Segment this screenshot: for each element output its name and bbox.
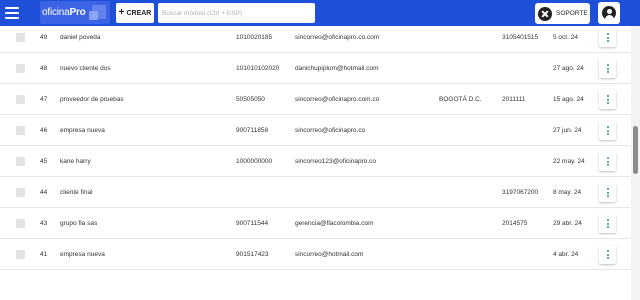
row-name: nuevo cliente dos: [60, 65, 111, 72]
row-document: 1010020185: [236, 34, 273, 41]
table-row: 46 empresa nueva 900711858 sincorreo@ofi…: [0, 115, 630, 146]
row-name: grupo fla sas: [60, 220, 98, 227]
row-phone: 2011111: [502, 96, 526, 103]
row-date: 5 oct. 24: [553, 34, 578, 41]
row-document: 900711858: [236, 127, 269, 134]
vertical-scrollbar[interactable]: [631, 26, 640, 300]
row-email: sincorreo123@oficinapro.co: [295, 158, 377, 165]
row-checkbox[interactable]: [16, 188, 25, 197]
row-date: 4 abr. 24: [553, 251, 579, 258]
row-name: empresa nueva: [60, 127, 105, 134]
support-button[interactable]: SOPORTE: [535, 3, 590, 24]
more-vertical-icon[interactable]: [599, 214, 616, 233]
support-button-label: SOPORTE: [556, 10, 588, 17]
row-name: empresa nueva: [60, 251, 105, 258]
row-checkbox[interactable]: [16, 250, 25, 259]
row-name: cliente final: [60, 189, 93, 196]
row-document: 901517423: [236, 251, 269, 258]
row-name: proveedor de pruebas: [60, 96, 124, 103]
logo-decoration: [89, 11, 98, 20]
row-phone: 2014575: [502, 220, 528, 227]
logo-text: oficinaPro: [42, 7, 86, 18]
row-id: 48: [40, 65, 48, 72]
row-checkbox[interactable]: [16, 64, 25, 73]
row-document: 101010102020: [236, 65, 280, 72]
table-row: 41 empresa nueva 901517423 sincorreo@hot…: [0, 239, 630, 270]
row-email: sincorreo@oficinapro.com.co: [295, 96, 380, 103]
scrollbar-thumb[interactable]: [633, 126, 638, 174]
row-id: 44: [40, 189, 48, 196]
row-document: 1000000000: [236, 158, 273, 165]
row-date: 8 may. 24: [553, 189, 582, 196]
user-menu-button[interactable]: [598, 2, 620, 24]
more-vertical-icon[interactable]: [599, 59, 616, 78]
table-row: 45 kane harry 1000000000 sincorreo123@of…: [0, 146, 630, 177]
table-row: 49 daniel poveda 1010020185 sincorreo@of…: [0, 22, 630, 53]
more-vertical-icon[interactable]: [599, 183, 616, 202]
more-vertical-icon[interactable]: [599, 152, 616, 171]
more-vertical-icon[interactable]: [599, 245, 616, 264]
row-checkbox[interactable]: [16, 126, 25, 135]
plus-icon: +: [118, 7, 125, 18]
row-email: sincorreo@hotmail.com: [295, 251, 364, 258]
table-row: 48 nuevo cliente dos 101010102020 danich…: [0, 53, 630, 84]
row-date: 27 jun. 24: [553, 127, 582, 134]
close-circle-icon: [538, 6, 552, 21]
row-email: gerencia@flacolombia.com: [295, 220, 374, 227]
create-button-label: CREAR: [126, 9, 152, 17]
user-circle-icon: [602, 6, 616, 20]
row-id: 41: [40, 251, 48, 258]
row-date: 29 abr. 24: [553, 220, 582, 227]
row-id: 49: [40, 34, 48, 41]
table-row: 47 proveedor de pruebas 50505050 sincorr…: [0, 84, 630, 115]
row-email: danichupiplum@hotmail.com: [295, 65, 379, 72]
row-date: 15 ago. 24: [553, 96, 584, 103]
clients-table: 49 daniel poveda 1010020185 sincorreo@of…: [0, 26, 630, 300]
row-id: 47: [40, 96, 48, 103]
row-email: sincorreo@oficinapro.co: [295, 127, 366, 134]
row-city: BOGOTÁ D.C.: [439, 96, 482, 103]
table-row: 43 grupo fla sas 900711544 gerencia@flac…: [0, 208, 630, 239]
row-name: daniel poveda: [60, 34, 101, 41]
row-email: sincorreo@oficinapro.co.com: [295, 34, 380, 41]
row-checkbox[interactable]: [16, 95, 25, 104]
hamburger-menu-icon[interactable]: [5, 7, 19, 19]
oficinapro-logo[interactable]: oficinaPro: [40, 1, 110, 24]
row-id: 43: [40, 220, 48, 227]
row-phone: 3105401515: [502, 34, 539, 41]
row-document: 50505050: [236, 96, 265, 103]
create-button[interactable]: + CREAR: [116, 3, 154, 23]
module-search-input[interactable]: [158, 3, 315, 23]
row-id: 46: [40, 127, 48, 134]
row-name: kane harry: [60, 158, 91, 165]
row-phone: 3197067200: [502, 189, 539, 196]
more-vertical-icon[interactable]: [599, 90, 616, 109]
row-checkbox[interactable]: [16, 33, 25, 42]
row-checkbox[interactable]: [16, 219, 25, 228]
row-date: 27 ago. 24: [553, 65, 584, 72]
row-document: 900711544: [236, 220, 269, 227]
row-checkbox[interactable]: [16, 157, 25, 166]
row-id: 45: [40, 158, 48, 165]
table-row: 44 cliente final 3197067200 8 may. 24: [0, 177, 630, 208]
more-vertical-icon[interactable]: [599, 28, 616, 47]
row-date: 22 may. 24: [553, 158, 585, 165]
more-vertical-icon[interactable]: [599, 121, 616, 140]
